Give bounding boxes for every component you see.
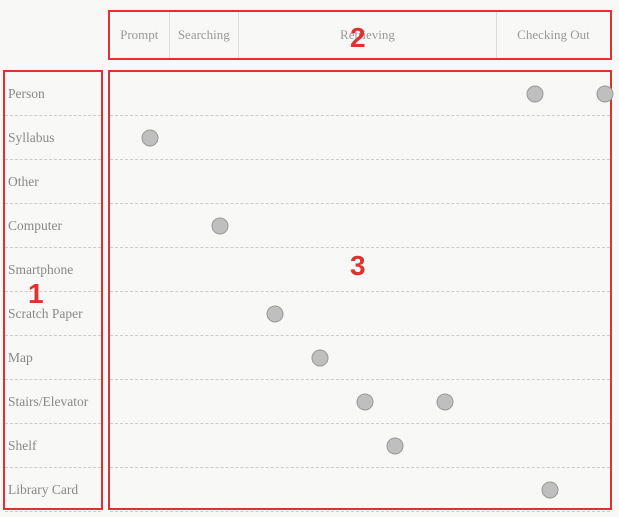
row-label-text: Smartphone bbox=[8, 262, 73, 278]
plot-row bbox=[110, 380, 610, 424]
data-point bbox=[597, 85, 614, 102]
row-label-text: Computer bbox=[8, 218, 62, 234]
column-header-label: Retrieving bbox=[340, 27, 395, 43]
data-point bbox=[357, 393, 374, 410]
row-label-text: Map bbox=[8, 350, 33, 366]
row-label: Stairs/Elevator bbox=[5, 380, 101, 424]
data-point bbox=[212, 217, 229, 234]
row-label: Syllabus bbox=[5, 116, 101, 160]
data-point bbox=[312, 349, 329, 366]
column-header-label: Prompt bbox=[120, 27, 158, 43]
data-point bbox=[267, 305, 284, 322]
row-label: Smartphone bbox=[5, 248, 101, 292]
column-header-label: Checking Out bbox=[517, 27, 590, 43]
plot-area bbox=[108, 70, 612, 510]
data-point bbox=[387, 437, 404, 454]
row-label-text: Shelf bbox=[8, 438, 37, 454]
plot-row bbox=[110, 292, 610, 336]
plot-row bbox=[110, 336, 610, 380]
chart-container: Prompt Searching Retrieving Checking Out Pe… bbox=[0, 0, 619, 517]
data-point bbox=[542, 481, 559, 498]
data-point bbox=[142, 129, 159, 146]
column-header: Retrieving bbox=[239, 12, 497, 58]
row-label: Scratch Paper bbox=[5, 292, 101, 336]
data-point bbox=[527, 85, 544, 102]
row-label-text: Person bbox=[8, 86, 45, 102]
column-header-row: Prompt Searching Retrieving Checking Out bbox=[108, 10, 612, 60]
plot-row bbox=[110, 468, 610, 512]
row-label-sidebar: Person Syllabus Other Computer Smartphone Scr… bbox=[3, 70, 103, 510]
row-label: Other bbox=[5, 160, 101, 204]
column-header: Checking Out bbox=[497, 12, 610, 58]
plot-row bbox=[110, 72, 610, 116]
row-label-text: Other bbox=[8, 174, 39, 190]
plot-row bbox=[110, 424, 610, 468]
row-label: Person bbox=[5, 72, 101, 116]
column-header: Prompt bbox=[110, 12, 170, 58]
row-label-text: Library Card bbox=[8, 482, 78, 498]
row-label-text: Syllabus bbox=[8, 130, 55, 146]
row-label-text: Stairs/Elevator bbox=[8, 394, 88, 410]
column-header: Searching bbox=[170, 12, 239, 58]
row-label: Map bbox=[5, 336, 101, 380]
plot-row bbox=[110, 248, 610, 292]
plot-row bbox=[110, 116, 610, 160]
plot-row bbox=[110, 160, 610, 204]
row-label: Library Card bbox=[5, 468, 101, 512]
row-label-text: Scratch Paper bbox=[8, 306, 83, 322]
column-header-label: Searching bbox=[178, 27, 230, 43]
plot-row bbox=[110, 204, 610, 248]
row-label: Computer bbox=[5, 204, 101, 248]
data-point bbox=[437, 393, 454, 410]
row-label: Shelf bbox=[5, 424, 101, 468]
